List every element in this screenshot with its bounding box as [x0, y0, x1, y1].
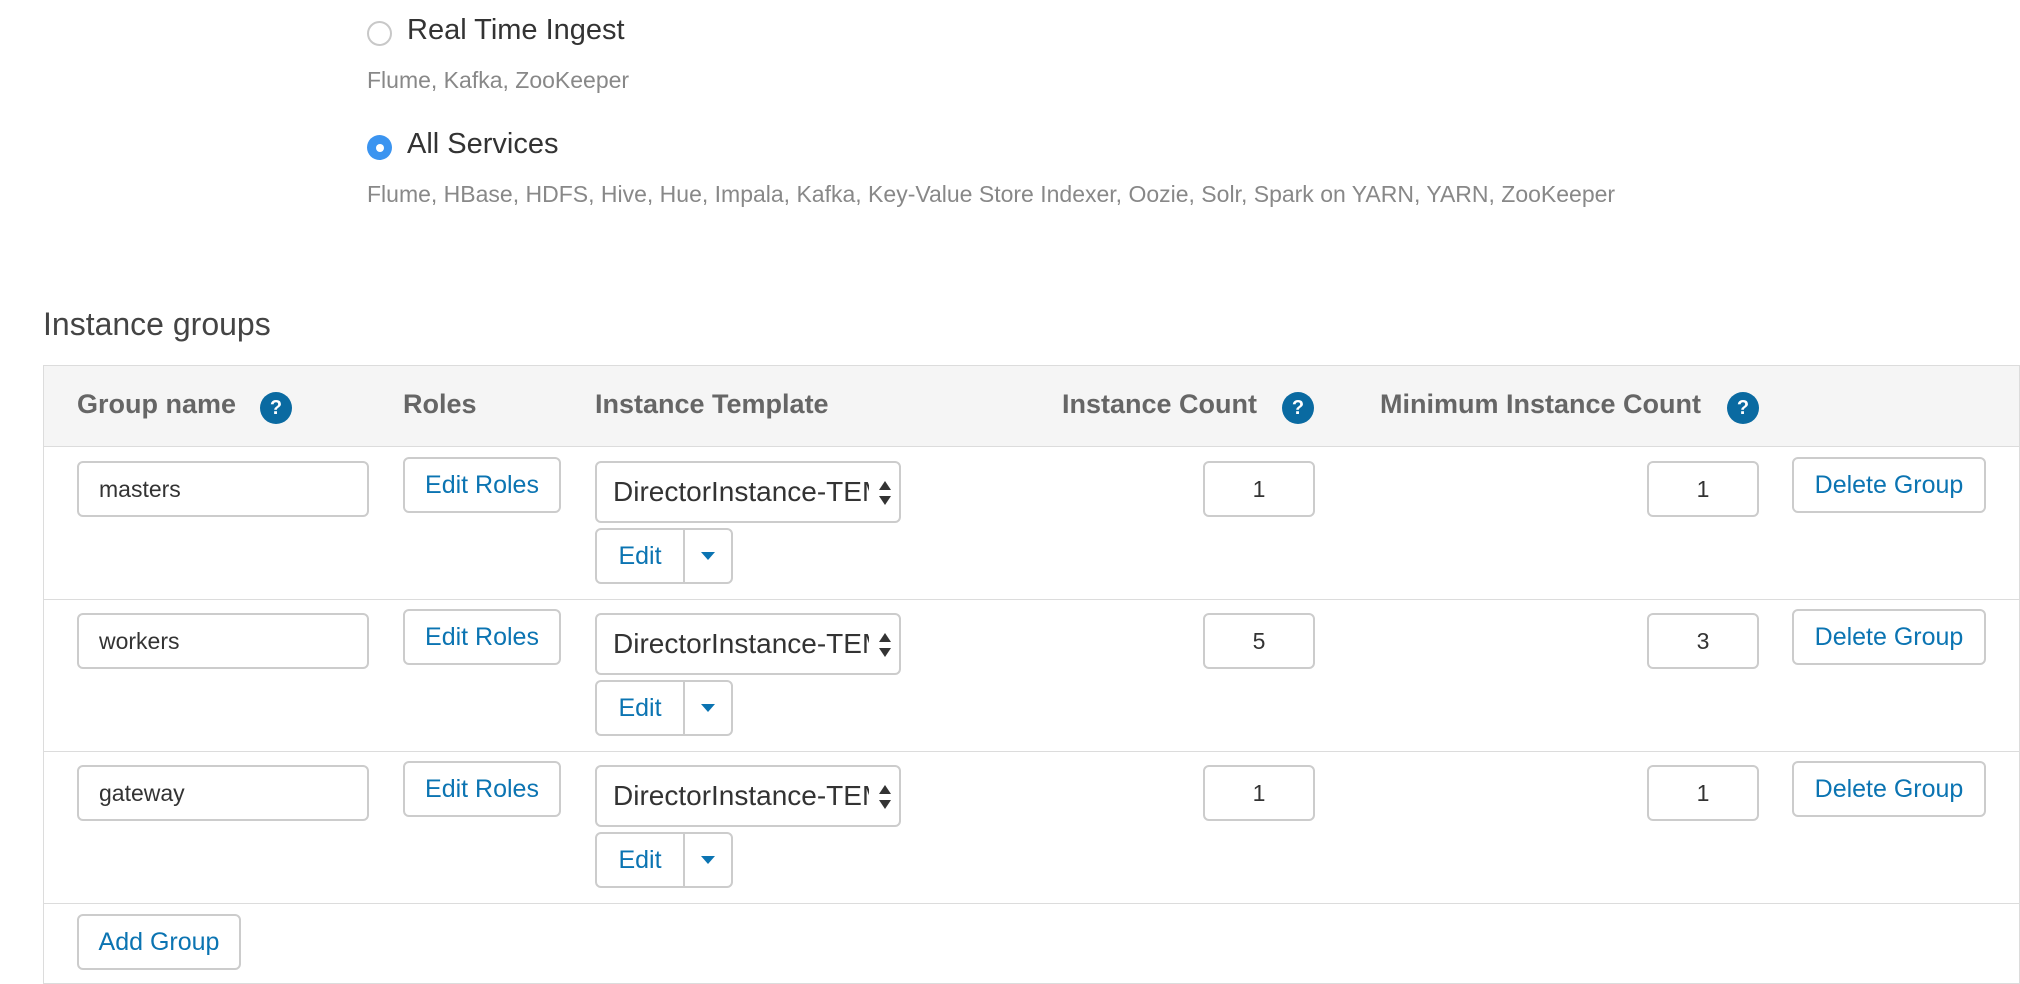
minimum-instance-count-input[interactable]: 3 — [1647, 613, 1759, 669]
instance-count-input[interactable]: 1 — [1203, 461, 1315, 517]
edit-template-button[interactable]: Edit — [597, 834, 685, 886]
group-name-input[interactable]: masters — [77, 461, 369, 517]
add-group-button[interactable]: Add Group — [77, 914, 241, 970]
edit-roles-button[interactable]: Edit Roles — [403, 609, 561, 665]
radio-real-time-ingest[interactable] — [367, 21, 392, 46]
section-title-instance-groups: Instance groups — [43, 306, 271, 342]
header-minimum-instance-count: Minimum Instance Count — [1380, 389, 1702, 419]
header-instance-count: Instance Count — [1062, 389, 1258, 419]
edit-roles-button[interactable]: Edit Roles — [403, 457, 561, 513]
instance-count-input[interactable]: 5 — [1203, 613, 1315, 669]
select-arrows-icon — [879, 481, 891, 505]
edit-roles-button[interactable]: Edit Roles — [403, 761, 561, 817]
instance-template-value: DirectorInstance-TEMPLATE — [613, 628, 869, 659]
minimum-instance-count-input[interactable]: 1 — [1647, 461, 1759, 517]
radio-label-all-services[interactable]: All Services — [407, 128, 559, 161]
help-icon[interactable]: ? — [1282, 392, 1314, 424]
select-arrows-icon — [879, 633, 891, 657]
radio-all-services[interactable] — [367, 135, 392, 160]
caret-down-icon[interactable] — [685, 834, 731, 886]
instance-template-select[interactable]: DirectorInstance-TEMPLATE — [595, 613, 901, 675]
table-row: workers Edit Roles DirectorInstance-TEMP… — [44, 599, 2019, 752]
radio-desc-all-services: Flume, HBase, HDFS, Hive, Hue, Impala, K… — [367, 181, 1616, 207]
help-icon[interactable]: ? — [1727, 392, 1759, 424]
template-edit-split-button[interactable]: Edit — [595, 528, 733, 584]
caret-down-icon[interactable] — [685, 530, 731, 582]
caret-down-icon[interactable] — [685, 682, 731, 734]
header-roles: Roles — [403, 389, 477, 419]
group-name-input[interactable]: gateway — [77, 765, 369, 821]
edit-template-button[interactable]: Edit — [597, 682, 685, 734]
radio-desc-real-time-ingest: Flume, Kafka, ZooKeeper — [367, 67, 630, 93]
instance-template-select[interactable]: DirectorInstance-TEMPLATE — [595, 765, 901, 827]
help-icon[interactable]: ? — [260, 392, 292, 424]
delete-group-button[interactable]: Delete Group — [1792, 761, 1986, 817]
header-group-name: Group name — [77, 389, 237, 419]
header-instance-template: Instance Template — [595, 389, 829, 419]
minimum-instance-count-input[interactable]: 1 — [1647, 765, 1759, 821]
delete-group-button[interactable]: Delete Group — [1792, 457, 1986, 513]
instance-template-value: DirectorInstance-TEMPLATE — [613, 780, 869, 811]
table-row: masters Edit Roles DirectorInstance-TEMP… — [44, 447, 2019, 600]
edit-template-button[interactable]: Edit — [597, 530, 685, 582]
instance-groups-table: Group name ? Roles Instance Template Ins… — [43, 365, 2020, 984]
table-header: Group name ? Roles Instance Template Ins… — [44, 366, 2019, 447]
instance-template-select[interactable]: DirectorInstance-TEMPLATE — [595, 461, 901, 523]
group-name-input[interactable]: workers — [77, 613, 369, 669]
radio-label-real-time-ingest[interactable]: Real Time Ingest — [407, 14, 625, 47]
template-edit-split-button[interactable]: Edit — [595, 680, 733, 736]
table-row: gateway Edit Roles DirectorInstance-TEMP… — [44, 751, 2019, 904]
template-edit-split-button[interactable]: Edit — [595, 832, 733, 888]
select-arrows-icon — [879, 785, 891, 809]
instance-template-value: DirectorInstance-TEMPLATE — [613, 476, 869, 507]
delete-group-button[interactable]: Delete Group — [1792, 609, 1986, 665]
instance-count-input[interactable]: 1 — [1203, 765, 1315, 821]
